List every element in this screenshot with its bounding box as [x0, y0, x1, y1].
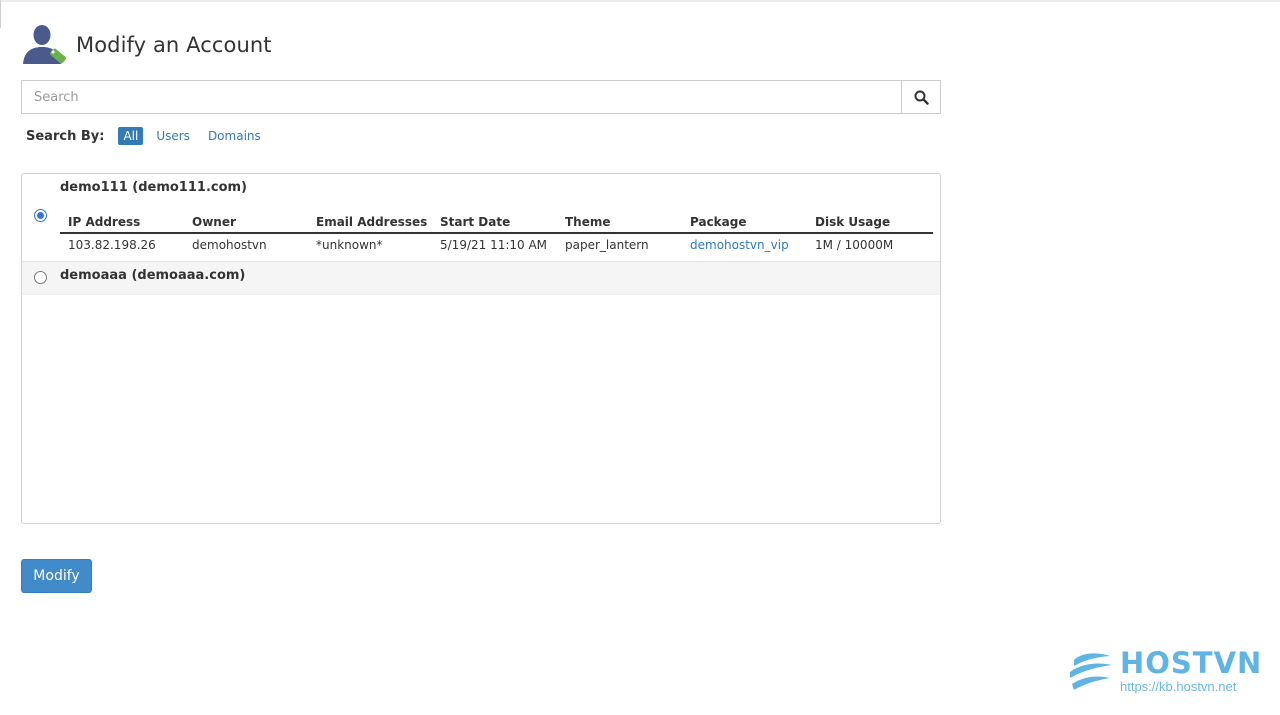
hostvn-logo-icon	[1070, 653, 1112, 690]
left-border	[0, 0, 1, 28]
column-header-start-date: Start Date	[432, 212, 557, 234]
cell-start-date: 5/19/21 11:10 AM	[440, 237, 548, 252]
filter-all[interactable]: All	[118, 127, 144, 145]
page-header: Modify an Account	[22, 22, 272, 68]
account-item-demoaaa[interactable]: demoaaa (demoaaa.com)	[22, 262, 940, 295]
top-border	[0, 0, 1280, 2]
filter-users[interactable]: Users	[151, 127, 195, 145]
cell-theme: paper_lantern	[565, 237, 649, 252]
account-list: demo111 (demo111.com) IP Address Owner E…	[21, 173, 941, 524]
table-header-row: IP Address Owner Email Addresses Start D…	[60, 212, 933, 234]
column-header-disk-usage: Disk Usage	[807, 212, 933, 234]
column-header-owner: Owner	[184, 212, 308, 234]
package-link[interactable]: demohostvn_vip	[682, 233, 807, 255]
account-name: demoaaa (demoaaa.com)	[60, 268, 246, 283]
column-header-theme: Theme	[557, 212, 682, 234]
search-by-filters: Search By: All Users Domains	[26, 125, 274, 147]
account-name: demo111 (demo111.com)	[60, 180, 248, 195]
table-row: 103.82.198.26 demohostvn *unknown* 5/19/…	[60, 233, 933, 255]
account-details-table: IP Address Owner Email Addresses Start D…	[60, 212, 933, 255]
column-header-email: Email Addresses	[308, 212, 432, 234]
brand-url: https://kb.hostvn.net	[1120, 679, 1237, 694]
modify-button[interactable]: Modify	[21, 559, 92, 593]
cell-email: *unknown*	[316, 237, 383, 252]
user-account-icon	[23, 25, 66, 64]
brand-name: HOSTVN	[1120, 646, 1263, 680]
search-icon	[914, 90, 929, 105]
search-by-label: Search By:	[26, 128, 105, 144]
filter-domains[interactable]: Domains	[203, 127, 266, 145]
cell-owner: demohostvn	[192, 237, 267, 252]
cell-ip: 103.82.198.26	[68, 237, 156, 252]
hostvn-watermark: HOSTVN https://kb.hostvn.net	[1068, 646, 1261, 696]
page-title: Modify an Account	[76, 33, 272, 57]
search-button[interactable]	[901, 80, 941, 114]
account-radio-demo111[interactable]	[34, 209, 47, 222]
account-radio-demoaaa[interactable]	[34, 271, 47, 284]
search-bar	[21, 80, 941, 114]
account-item-demo111[interactable]: demo111 (demo111.com) IP Address Owner E…	[22, 174, 940, 262]
column-header-ip: IP Address	[60, 212, 184, 234]
cell-disk-usage: 1M / 10000M	[815, 237, 894, 252]
search-input[interactable]	[21, 80, 901, 114]
column-header-package: Package	[682, 212, 807, 234]
